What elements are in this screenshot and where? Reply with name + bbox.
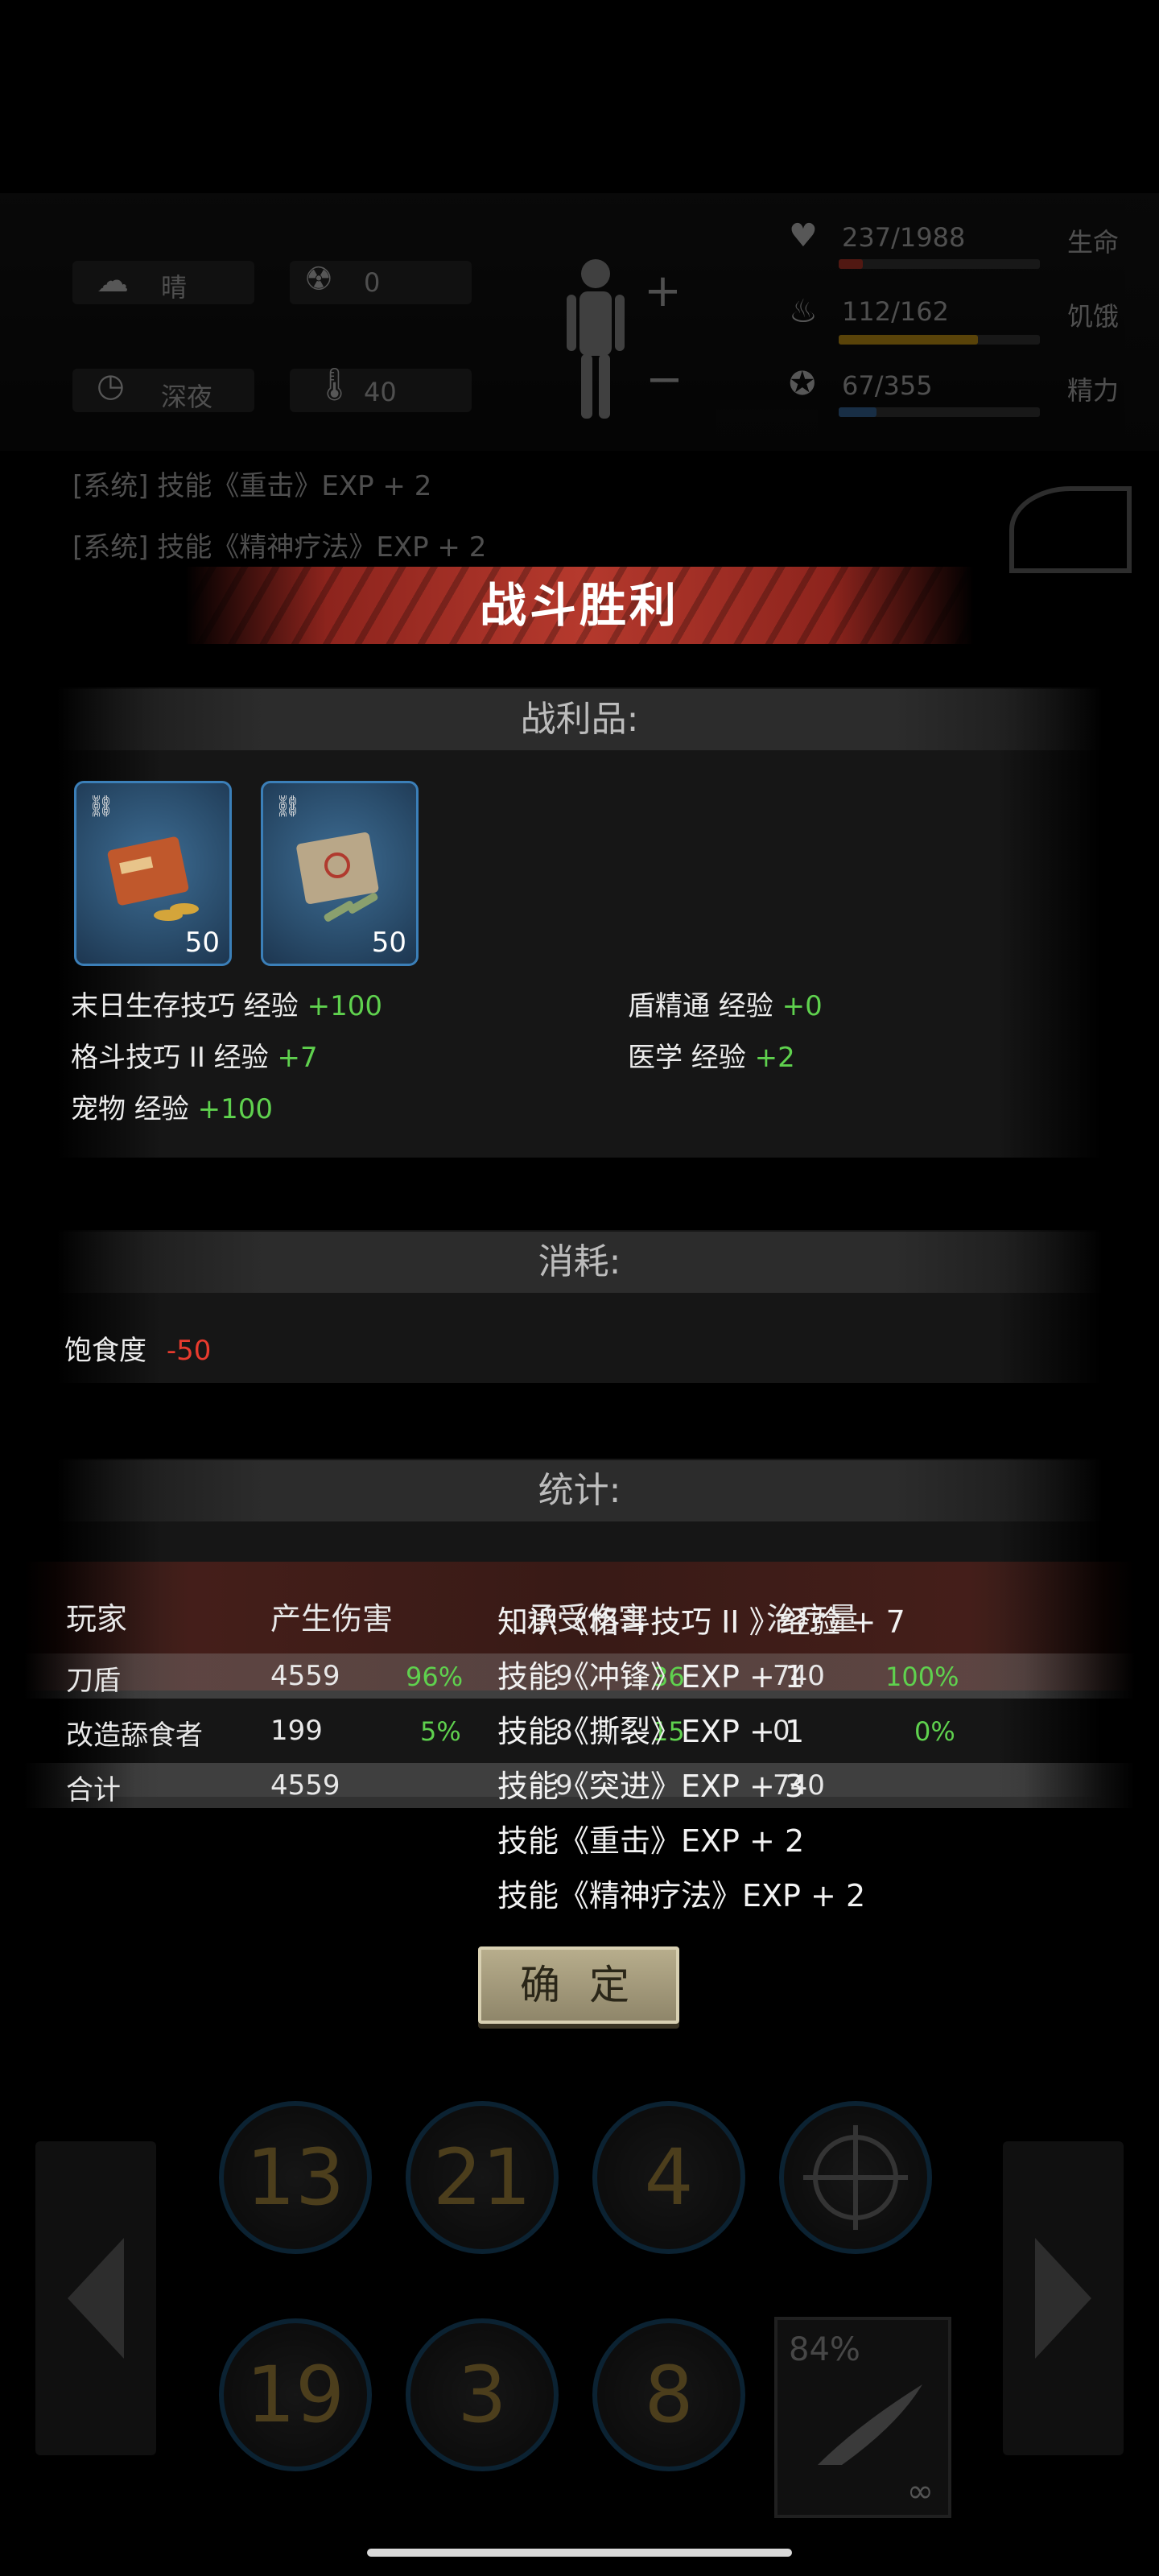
exp-value: +7 — [277, 1042, 318, 1074]
skill-slot[interactable]: 21 — [406, 2101, 559, 2254]
consume-value: -50 — [166, 1335, 212, 1367]
system-log-line: [系统] 技能《精神疗法》EXP + 2 — [72, 531, 487, 564]
temperature-value: 40 — [364, 377, 397, 407]
exp-label: 盾精通 经验 — [628, 990, 773, 1022]
exp-label: 末日生存技巧 经验 — [71, 990, 299, 1022]
hunger-bar — [839, 335, 1040, 345]
machete-icon — [818, 2384, 922, 2465]
notification-message: 技能《冲锋》EXP + 1 — [497, 1659, 805, 1695]
notification-message: 技能《撕裂》EXP + 1 — [497, 1714, 805, 1749]
exp-value: +2 — [754, 1042, 795, 1074]
skill-slot[interactable]: 19 — [219, 2318, 372, 2471]
hunger-text: 112/162 — [842, 296, 949, 327]
energy-text: 67/355 — [842, 370, 933, 401]
next-page-button[interactable] — [1003, 2141, 1124, 2455]
stat-heal-pct: 100% — [885, 1662, 959, 1692]
dialog-title: 战斗胜利 — [479, 578, 679, 633]
stat-damage: 4559 — [270, 1660, 340, 1692]
skill-bar: 13 21 4 19 3 8 84% ∞ — [0, 2061, 1159, 2544]
skill-slot[interactable]: 13 — [219, 2101, 372, 2254]
clock-icon: ◷ — [97, 367, 125, 404]
confirm-button[interactable]: 确 定 — [478, 1946, 679, 2024]
stat-damage: 199 — [270, 1715, 323, 1747]
energy-bar — [839, 407, 1040, 417]
notification-message: 知识《格斗技巧 II 》经验 + 7 — [497, 1604, 905, 1640]
exp-gain: 末日生存技巧 经验 +100 — [71, 984, 382, 1023]
svg-text:−: − — [645, 353, 683, 406]
stat-player: 合计 — [66, 1774, 121, 1806]
skill-slot[interactable]: 3 — [406, 2318, 559, 2471]
exp-label: 格斗技巧 II 经验 — [71, 1042, 269, 1074]
hp-label: 生命 — [1067, 227, 1120, 258]
hp-bar — [839, 259, 1040, 269]
loot-item[interactable]: ⛓ 50 — [74, 781, 232, 966]
system-log-line: [系统] 技能《重击》EXP + 2 — [72, 470, 432, 502]
skill-slot[interactable]: 8 — [592, 2318, 745, 2471]
notification-message: 技能《重击》EXP + 2 — [497, 1823, 805, 1859]
loot-count: 50 — [371, 927, 406, 959]
body-figure-icon[interactable]: + − — [555, 250, 684, 435]
brain-icon: ✪ — [789, 365, 816, 402]
home-indicator[interactable] — [367, 2549, 792, 2557]
exp-value: +100 — [307, 990, 383, 1022]
radiation-icon: ☢ — [304, 261, 333, 298]
weapon-slot[interactable]: 84% ∞ — [774, 2317, 951, 2518]
exp-label: 宠物 经验 — [71, 1093, 189, 1125]
thermometer-icon: 🌡 — [314, 366, 355, 403]
exp-gain: 格斗技巧 II 经验 +7 — [71, 1035, 318, 1075]
hp-text: 237/1988 — [842, 222, 966, 253]
consume-row: 饱食度 -50 — [64, 1328, 211, 1368]
stat-damage-pct: 5% — [420, 1716, 461, 1747]
svg-text:+: + — [644, 265, 682, 317]
stomach-icon: ♨ — [789, 293, 818, 330]
crosshair-icon[interactable] — [779, 2101, 932, 2254]
prev-page-button[interactable] — [35, 2141, 156, 2455]
radiation-value: 0 — [364, 267, 381, 298]
stat-damage: 4559 — [270, 1769, 340, 1802]
exp-value: +100 — [197, 1093, 274, 1125]
notification-message: 技能《突进》EXP + 3 — [497, 1769, 805, 1804]
bound-chain-icon: ⛓ — [274, 795, 302, 819]
hunger-label: 饥饿 — [1067, 301, 1120, 332]
exp-gain: 盾精通 经验 +0 — [628, 984, 823, 1023]
ammo-box-icon — [107, 836, 199, 921]
stat-heal-pct: 0% — [914, 1716, 955, 1747]
loot-header: 战利品: — [56, 689, 1103, 750]
skill-slot[interactable]: 4 — [592, 2101, 745, 2254]
weather-value: 晴 — [161, 272, 188, 303]
time-value: 深夜 — [161, 382, 213, 412]
status-hud: ☁ 晴 ☢ 0 ◷ 深夜 🌡 40 + − ♥ 237/1988 生命 ♨ 11… — [0, 193, 1159, 451]
exp-value: +0 — [782, 990, 823, 1022]
exp-label: 医学 经验 — [628, 1042, 746, 1074]
heart-icon: ♥ — [789, 217, 818, 254]
col-damage: 产生伤害 — [270, 1601, 394, 1637]
stat-player: 改造舔食者 — [66, 1719, 203, 1752]
col-player: 玩家 — [66, 1601, 128, 1637]
exp-gain: 宠物 经验 +100 — [71, 1087, 273, 1126]
energy-label: 精力 — [1067, 375, 1120, 406]
stat-damage-pct: 96% — [406, 1662, 464, 1692]
stats-header: 统计: — [56, 1460, 1103, 1521]
consume-label: 饱食度 — [64, 1335, 146, 1367]
cloud-sun-icon: ☁ — [97, 262, 129, 299]
exp-gain: 医学 经验 +2 — [628, 1035, 795, 1075]
chat-toggle-icon[interactable] — [1009, 486, 1132, 573]
weapon-durability: 84% — [789, 2331, 860, 2368]
consume-header: 消耗: — [56, 1232, 1103, 1293]
ammo-box-icon — [296, 832, 379, 922]
notification-message: 技能《精神疗法》EXP + 2 — [497, 1878, 866, 1913]
loot-item[interactable]: ⛓ 50 — [261, 781, 419, 966]
ammo-infinite: ∞ — [906, 2473, 934, 2510]
bound-chain-icon: ⛓ — [88, 795, 115, 819]
loot-count: 50 — [184, 927, 220, 959]
stat-player: 刀盾 — [66, 1665, 121, 1697]
